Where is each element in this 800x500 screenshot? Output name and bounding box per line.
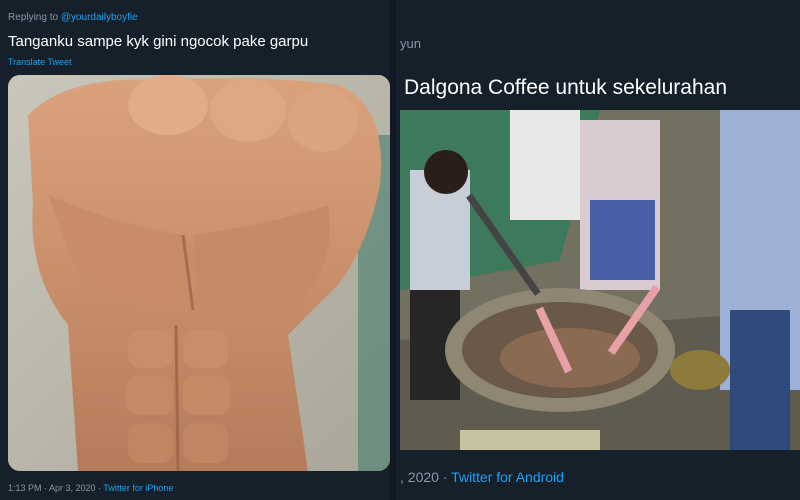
tweet-source-link[interactable]: Twitter for iPhone: [103, 483, 173, 493]
tweet-text: Dalgona Coffee untuk sekelurahan: [404, 76, 728, 99]
replying-handle-link[interactable]: @yourdailyboyfie: [61, 12, 138, 23]
tweet-meta: , 2020 · Twitter for Android: [400, 469, 564, 485]
right-tweet-panel: yun Dalgona Coffee untuk sekelurahan , 2: [396, 0, 800, 500]
dalgona-photo-icon: [400, 110, 800, 450]
tweet-timestamp: , 2020 ·: [400, 469, 452, 485]
replying-to-line: Replying to @yourdailyboyfie: [8, 12, 138, 23]
tweet-source-link[interactable]: Twitter for Android: [451, 469, 564, 485]
translate-tweet-link[interactable]: Translate Tweet: [8, 57, 72, 67]
replying-prefix: Replying to: [8, 12, 61, 23]
tweet-meta: 1:13 PM · Apr 3, 2020 · Twitter for iPho…: [8, 483, 173, 493]
author-name-fragment: yun: [400, 36, 421, 51]
fist-photo-icon: [8, 75, 390, 471]
left-tweet-panel: Replying to @yourdailyboyfie Tanganku sa…: [0, 0, 396, 500]
tweet-timestamp: 1:13 PM · Apr 3, 2020 ·: [8, 483, 104, 493]
tweet-text: Tanganku sampe kyk gini ngocok pake garp…: [8, 33, 309, 50]
tweet-image-dalgona[interactable]: [400, 110, 800, 450]
tweet-image-fist[interactable]: [8, 75, 390, 471]
